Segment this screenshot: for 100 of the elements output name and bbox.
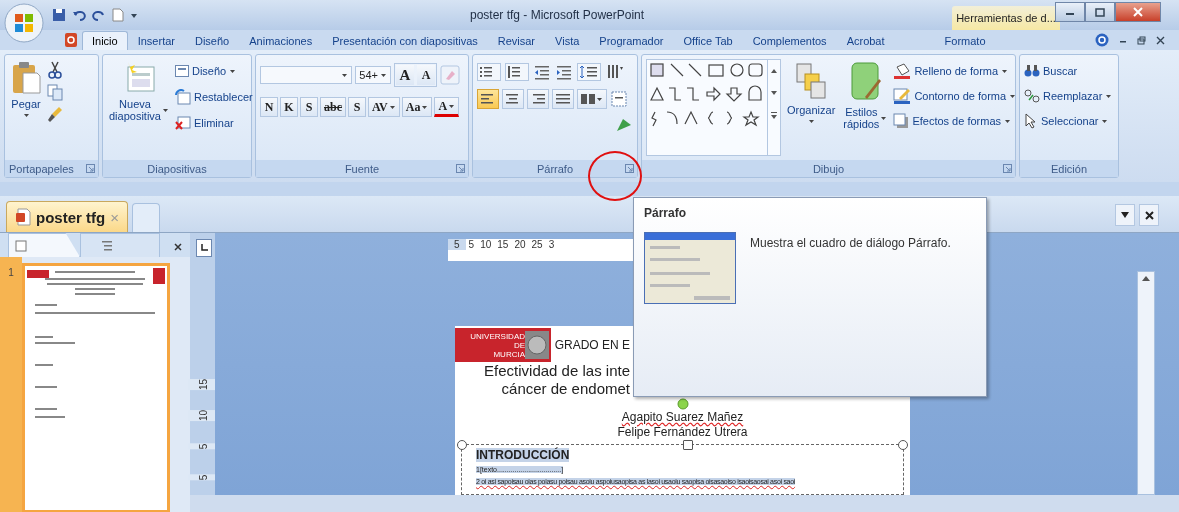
shrink-font-button[interactable]: A — [417, 65, 435, 85]
group-label: Diapositivas — [103, 160, 251, 177]
ribbon-tab[interactable]: Complementos — [742, 31, 837, 50]
slide-title-line: Efectividad de las inte — [483, 362, 630, 380]
ribbon-tab[interactable]: Vista — [545, 31, 590, 50]
save-icon[interactable] — [52, 8, 66, 22]
group-label: Edición — [1020, 160, 1118, 177]
minimize-button[interactable] — [1055, 2, 1085, 22]
close-document-button[interactable] — [1139, 204, 1159, 226]
layout-button[interactable]: Diseño — [175, 61, 253, 81]
vertical-scrollbar[interactable] — [1137, 271, 1155, 495]
author-name: Felipe Fernández Utrera — [617, 425, 748, 439]
ruler-number: 5 — [467, 239, 476, 250]
align-button[interactable] — [477, 89, 499, 109]
text-direction-icon[interactable] — [605, 63, 625, 81]
bullets-icon[interactable] — [477, 63, 501, 81]
resize-handle[interactable] — [682, 440, 693, 450]
reset-slide-icon — [175, 89, 191, 105]
dialog-launcher-icon[interactable] — [456, 164, 465, 173]
shape-fill-button[interactable]: Relleno de forma — [893, 61, 1017, 81]
customize-menu-icon[interactable] — [130, 11, 138, 19]
ruler-number: 5 — [448, 239, 466, 250]
ruler-number: 3 — [547, 239, 556, 250]
ruler-number: 20 — [513, 239, 527, 250]
group-label: Portapapeles — [5, 160, 98, 177]
ribbon-tab[interactable]: Office Tab — [673, 31, 743, 50]
undo-icon[interactable] — [72, 8, 86, 22]
paste-button[interactable]: Pegar — [9, 59, 43, 156]
paintbrush-icon[interactable] — [47, 105, 63, 123]
align-button[interactable] — [527, 89, 549, 109]
logo-text: UNIVERSIDAD DE — [469, 331, 525, 350]
font-format-button[interactable]: abc — [320, 97, 346, 117]
font-name-field[interactable] — [260, 66, 352, 84]
font-format-button[interactable]: S — [300, 97, 318, 117]
slide-thumbnail[interactable] — [22, 263, 170, 512]
dropdown-button[interactable] — [1115, 204, 1135, 226]
select-button[interactable]: Seleccionar — [1024, 111, 1113, 131]
rotation-handle-icon[interactable] — [676, 398, 689, 410]
quick-styles-button[interactable]: Estilos rápidos — [841, 59, 890, 156]
caret-icon — [1105, 93, 1113, 99]
smartart-icon[interactable] — [615, 117, 633, 133]
ribbon-tab[interactable]: Inicio — [82, 31, 128, 50]
ribbon-tab[interactable]: Programador — [589, 31, 674, 50]
close-icon[interactable] — [174, 243, 182, 251]
font-format-button[interactable]: A — [434, 97, 460, 117]
slide-header: GRADO EN E — [553, 338, 630, 352]
new-slide-button[interactable]: Nueva diapositiva — [107, 59, 171, 156]
document-tab[interactable]: poster tfg × — [6, 201, 128, 232]
replace-button[interactable]: Reemplazar — [1024, 86, 1113, 106]
increase-indent-icon[interactable] — [555, 63, 573, 81]
font-format-button[interactable]: Aa — [401, 97, 433, 117]
ribbon-tab[interactable]: Presentación con diapositivas — [322, 31, 488, 50]
close-icon — [1144, 210, 1154, 220]
ribbon-tab[interactable]: Diseño — [185, 31, 240, 50]
tab-stop-button[interactable] — [196, 239, 212, 257]
maximize-button[interactable] — [1085, 2, 1115, 22]
font-format-button[interactable]: N — [260, 97, 278, 117]
ribbon-tab[interactable]: Acrobat — [836, 31, 895, 50]
tab-stop-icon — [200, 244, 208, 252]
delete-slide-button[interactable]: Eliminar — [175, 113, 253, 133]
close-icon — [1133, 7, 1143, 17]
close-icon[interactable] — [1156, 35, 1165, 45]
decrease-indent-icon[interactable] — [533, 63, 551, 81]
line-spacing-icon[interactable] — [577, 63, 601, 81]
caret-icon — [807, 119, 815, 124]
grow-font-button[interactable]: A — [396, 65, 414, 85]
redo-icon[interactable] — [92, 8, 106, 22]
align-text-icon[interactable] — [610, 90, 628, 108]
close-button[interactable] — [1115, 2, 1161, 22]
quick-styles-icon — [849, 61, 882, 103]
font-format-button[interactable]: AV — [368, 97, 400, 117]
highlight-circle — [588, 151, 642, 201]
slide-number: 1 — [7, 266, 15, 280]
reset-button[interactable]: Restablecer — [175, 87, 253, 107]
ribbon-tab[interactable]: Insertar — [127, 31, 185, 50]
help-icon[interactable] — [1095, 33, 1109, 47]
find-button[interactable]: Buscar — [1024, 61, 1113, 81]
ribbon-tab[interactable]: Animaciones — [239, 31, 323, 50]
align-button[interactable] — [552, 89, 574, 109]
dialog-launcher-icon[interactable] — [625, 164, 634, 173]
font-format-button[interactable]: K — [280, 97, 298, 117]
caret-icon — [388, 104, 396, 110]
columns-button[interactable] — [577, 89, 607, 109]
shape-effects-button[interactable]: Efectos de formas — [893, 111, 1017, 131]
resize-handle[interactable] — [898, 440, 908, 450]
dialog-launcher-icon[interactable] — [1003, 164, 1012, 173]
numbering-icon[interactable] — [505, 63, 529, 81]
columns-icon — [581, 93, 595, 105]
restore-icon[interactable] — [1137, 35, 1146, 45]
resize-handle[interactable] — [457, 440, 467, 450]
font-format-button[interactable]: S — [348, 97, 366, 117]
font-size-field[interactable]: 54+ — [355, 66, 391, 84]
dialog-launcher-icon[interactable] — [86, 164, 95, 173]
arrange-button[interactable]: Organizar — [785, 59, 838, 156]
cut-icon[interactable] — [47, 61, 63, 79]
shape-outline-button[interactable]: Contorno de forma — [893, 86, 1017, 106]
ribbon-tab[interactable]: Formato — [934, 31, 996, 50]
ribbon-tab[interactable]: Revisar — [487, 31, 546, 50]
contextual-tab-title: Herramientas de d... — [952, 6, 1060, 30]
align-button[interactable] — [502, 89, 524, 109]
